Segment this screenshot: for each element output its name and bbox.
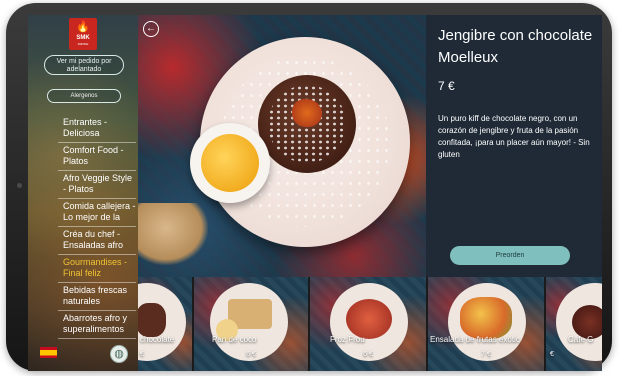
sidebar-item-entrantes[interactable]: Entrantes - Deliciosa <box>58 115 136 143</box>
dish-photo: ← <box>138 15 426 277</box>
dish-thumbnail[interactable]: Cafe G € <box>544 277 602 371</box>
thumbnail-name: Froz Frou <box>330 335 365 344</box>
dish-info-panel: Jengibre con chocolate Moelleux 7 € Un p… <box>426 15 602 277</box>
dish-thumbnail[interactable]: chocolate € <box>138 277 192 371</box>
sidebar-item-comfort-food[interactable]: Comfort Food - Platos <box>58 143 136 171</box>
category-nav: Entrantes - Deliciosa Comfort Food - Pla… <box>58 115 136 339</box>
thumbnail-price: 6 € <box>363 351 373 358</box>
restaurant-logo: 🔥 SMK SMOKE <box>69 18 97 50</box>
thumbnail-price: € <box>550 351 554 358</box>
sidebar-item-abarrotes[interactable]: Abarrotes afro y superalimentos <box>58 311 136 339</box>
sauce-bowl-image <box>190 123 270 203</box>
thumbnail-price: 6 € <box>246 351 256 358</box>
thumbnail-price: 7 € <box>481 351 491 358</box>
sidebar-item-bebidas[interactable]: Bebidas frescas naturales <box>58 283 136 311</box>
tablet-frame: 🔥 SMK SMOKE Ver mi pedido por adelantado… <box>6 3 612 371</box>
thumbnail-name: Ensalada de frutas exótic <box>430 335 520 344</box>
dish-thumbnail[interactable]: Pan de coco 6 € <box>192 277 308 371</box>
ginger-root-image <box>138 203 208 265</box>
camera-dot <box>17 183 22 188</box>
preorder-button[interactable]: Preorden <box>450 246 570 265</box>
screen: 🔥 SMK SMOKE Ver mi pedido por adelantado… <box>28 15 602 371</box>
back-arrow-icon[interactable]: ← <box>143 21 159 37</box>
dish-title: Jengibre con chocolate Moelleux <box>438 27 593 66</box>
spanish-flag-icon[interactable] <box>40 347 57 358</box>
dish-thumbnail[interactable]: Froz Frou 6 € <box>308 277 426 371</box>
thumbnail-name: Pan de coco <box>212 335 257 344</box>
logo-sub: SMOKE <box>77 42 89 46</box>
dish-carousel: chocolate € Pan de coco 6 € Froz Frou 6 … <box>138 277 602 371</box>
allergens-button[interactable]: Alergenos <box>47 89 121 103</box>
dish-thumbnail[interactable]: Ensalada de frutas exótic 7 € <box>426 277 544 371</box>
sidebar-item-crea-du-chef[interactable]: Créa du chef - Ensaladas afro <box>58 227 136 255</box>
sidebar: 🔥 SMK SMOKE Ver mi pedido por adelantado… <box>28 15 138 371</box>
globe-icon[interactable]: ◍ <box>110 345 128 363</box>
logo-brand: SMK <box>76 35 90 41</box>
thumbnail-name: Cafe G <box>568 335 594 344</box>
sidebar-item-afro-veggie[interactable]: Afro Veggie Style - Platos <box>58 171 136 199</box>
thumbnail-name: chocolate <box>140 335 175 344</box>
view-preorder-button[interactable]: Ver mi pedido por adelantado <box>44 55 124 75</box>
thumbnail-price: € <box>140 351 144 358</box>
dish-description: Un puro kiff de chocolate negro, con un … <box>438 114 590 159</box>
flame-icon: 🔥 <box>76 21 90 33</box>
dish-price: 7 € <box>438 79 455 93</box>
sidebar-item-gourmandises[interactable]: Gourmandises - Final feliz <box>58 255 136 283</box>
sidebar-item-comida-callejera[interactable]: Comida callejera - Lo mejor de la <box>58 199 136 227</box>
chocolate-cake-image <box>258 75 356 173</box>
